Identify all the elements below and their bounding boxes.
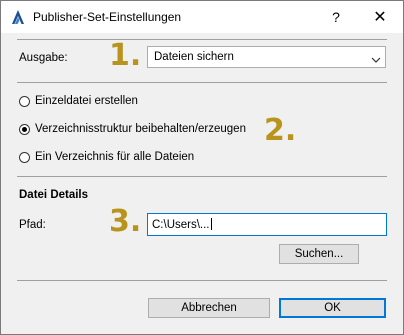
- radio-label: Verzeichnisstruktur beibehalten/erzeugen: [35, 123, 246, 135]
- help-button[interactable]: ?: [314, 1, 358, 33]
- path-input-value: C:\Users\...: [152, 219, 210, 231]
- radio-einzeldatei[interactable]: Einzeldatei erstellen: [19, 95, 138, 107]
- pfad-label: Pfad:: [19, 219, 46, 231]
- path-input[interactable]: C:\Users\...: [147, 213, 387, 236]
- radio-button[interactable]: [19, 95, 30, 107]
- step-marker-1: 1.: [109, 38, 142, 73]
- cancel-button[interactable]: Abbrechen: [148, 298, 270, 318]
- ausgabe-label: Ausgabe:: [19, 52, 68, 64]
- chevron-down-icon: [371, 53, 381, 63]
- radio-button-checked[interactable]: [19, 123, 30, 135]
- ok-button[interactable]: OK: [279, 298, 386, 318]
- ausgabe-select-value: Dateien sichern: [154, 51, 234, 63]
- close-button[interactable]: ✕: [358, 1, 402, 33]
- radio-verzeichnisstruktur[interactable]: Verzeichnisstruktur beibehalten/erzeugen: [19, 123, 246, 135]
- dialog-window: Publisher-Set-Einstellungen ? ✕ Ausgabe:…: [0, 0, 404, 335]
- footer-divider: [17, 280, 387, 281]
- radio-label: Einzeldatei erstellen: [35, 95, 138, 107]
- text-caret: [210, 218, 212, 230]
- details-divider: [17, 176, 387, 177]
- ausgabe-select[interactable]: Dateien sichern: [147, 46, 386, 68]
- options-divider: [17, 82, 387, 83]
- radio-ein-verzeichnis[interactable]: Ein Verzeichnis für alle Dateien: [19, 151, 194, 163]
- archicad-logo-icon: [9, 8, 27, 26]
- window-title: Publisher-Set-Einstellungen: [33, 10, 182, 24]
- datei-details-header: Datei Details: [19, 189, 89, 201]
- browse-button[interactable]: Suchen...: [279, 244, 359, 264]
- top-divider: [17, 39, 387, 40]
- step-marker-3: 3.: [109, 204, 142, 239]
- radio-label: Ein Verzeichnis für alle Dateien: [35, 151, 195, 163]
- radio-button[interactable]: [19, 151, 30, 163]
- step-marker-2: 2.: [264, 113, 297, 148]
- title-bar[interactable]: Publisher-Set-Einstellungen ? ✕: [1, 1, 403, 33]
